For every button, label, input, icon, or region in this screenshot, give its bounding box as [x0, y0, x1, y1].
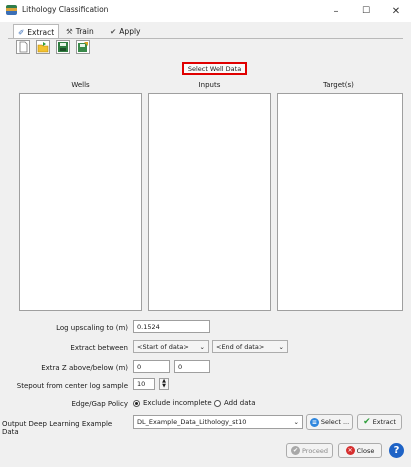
extract-start-dropdown[interactable]: <Start of data> ⌄	[133, 340, 209, 353]
chevron-down-icon: ⌄	[199, 342, 205, 351]
log-upscaling-label: Log upscaling to (m)	[56, 324, 128, 332]
chevron-down-icon: ⌄	[293, 418, 299, 426]
tab-label: Train	[75, 26, 94, 36]
check-icon: ✔	[363, 417, 371, 427]
minimize-button[interactable]: –	[321, 0, 351, 22]
close-button[interactable]: ✕ Close	[338, 443, 382, 458]
save-icon[interactable]	[56, 40, 70, 54]
proceed-button[interactable]: ✔ Proceed	[286, 443, 333, 458]
help-icon[interactable]: ?	[389, 443, 404, 458]
inputs-label: Inputs	[198, 81, 221, 89]
policy-exclude-radio[interactable]: Exclude incomplete	[133, 399, 212, 407]
tab-label: Apply	[119, 26, 141, 36]
extract-start-value: <Start of data>	[137, 342, 189, 351]
close-button-label: Close	[356, 446, 375, 455]
radio-selected-icon	[133, 399, 140, 407]
app-icon	[6, 5, 17, 15]
policy-add-label: Add data	[224, 399, 256, 407]
new-file-icon[interactable]	[16, 40, 30, 54]
inputs-list[interactable]	[148, 93, 271, 311]
train-tab-icon: ⚒	[66, 26, 73, 36]
extract-end-value: <End of data>	[216, 342, 265, 351]
close-icon: ✕	[345, 446, 355, 455]
targets-list[interactable]	[277, 93, 403, 311]
extract-button-label: Extract	[372, 418, 396, 426]
save-as-icon[interactable]	[76, 40, 90, 54]
tab-extract[interactable]: ✐ Extract	[13, 24, 60, 39]
maximize-button[interactable]: ☐	[351, 0, 381, 22]
window-title: Lithology Classification	[22, 5, 109, 14]
stepout-spinner[interactable]: ▲ ▼	[159, 378, 169, 390]
extra-z-above-input[interactable]: 0	[133, 360, 170, 373]
tab-apply[interactable]: ✔ Apply	[106, 24, 144, 38]
select-button[interactable]: ≡ Select ...	[306, 414, 353, 430]
proceed-icon: ✔	[290, 446, 300, 455]
open-folder-icon[interactable]	[36, 40, 50, 54]
output-label: Output Deep Learning Example Data	[2, 420, 113, 436]
policy-add-radio[interactable]: Add data	[214, 399, 256, 407]
tab-label: Extract	[27, 27, 55, 37]
tab-divider	[8, 38, 403, 39]
output-name-combobox[interactable]: DL_Example_Data_Lithology_st10 ⌄	[133, 415, 303, 429]
extract-button[interactable]: ✔ Extract	[357, 414, 402, 430]
output-name-value: DL_Example_Data_Lithology_st10	[137, 418, 247, 426]
wells-label: Wells	[71, 81, 90, 89]
select-button-label: Select ...	[320, 418, 350, 426]
extract-tab-icon: ✐	[18, 27, 25, 37]
wells-list[interactable]	[19, 93, 142, 311]
chevron-down-icon: ⌄	[278, 342, 284, 351]
log-upscaling-input[interactable]: 0.1524	[133, 320, 210, 333]
targets-label: Target(s)	[323, 81, 354, 89]
select-icon: ≡	[309, 417, 319, 427]
stepout-label: Stepout from center log sample	[16, 382, 128, 390]
tab-train[interactable]: ⚒ Train	[62, 24, 98, 38]
select-well-data-button[interactable]: Select Well Data	[182, 62, 247, 75]
policy-exclude-label: Exclude incomplete	[143, 399, 212, 407]
proceed-button-label: Proceed	[301, 446, 328, 455]
extra-z-label: Extra Z above/below (m)	[41, 364, 128, 372]
extra-z-below-input[interactable]: 0	[174, 360, 210, 373]
stepout-input[interactable]: 10	[133, 378, 155, 390]
extract-end-dropdown[interactable]: <End of data> ⌄	[212, 340, 288, 353]
extract-between-label: Extract between	[70, 344, 128, 352]
apply-tab-icon: ✔	[110, 26, 117, 36]
title-bar: Lithology Classification – ☐ ✕	[0, 0, 411, 22]
radio-unselected-icon	[214, 399, 221, 407]
close-window-button[interactable]: ✕	[381, 0, 411, 22]
edge-gap-label: Edge/Gap Policy	[71, 400, 129, 408]
